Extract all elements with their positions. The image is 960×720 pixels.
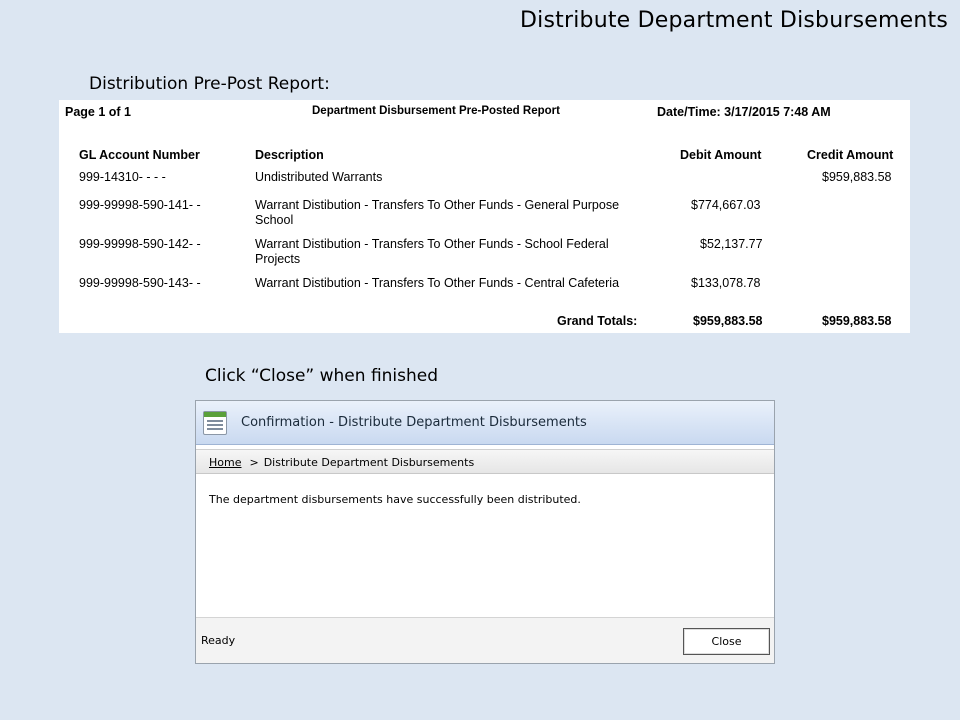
breadcrumb-home-link[interactable]: Home (209, 456, 241, 469)
breadcrumb-separator: > (249, 456, 259, 469)
row-description: Undistributed Warrants (255, 170, 383, 184)
dialog-footer: Ready Close (196, 617, 774, 663)
success-message: The department disbursements have succes… (209, 493, 581, 506)
row-account: 999-14310- - - - (79, 170, 166, 184)
col-header-account: GL Account Number (79, 148, 200, 162)
col-header-credit: Credit Amount (807, 148, 894, 162)
report-title: Department Disbursement Pre-Posted Repor… (312, 105, 560, 117)
row-description: Warrant Distibution - Transfers To Other… (255, 198, 620, 227)
dialog-title: Confirmation - Distribute Department Dis… (241, 415, 587, 430)
col-header-debit: Debit Amount (680, 148, 762, 162)
col-header-description: Description (255, 148, 324, 162)
row-credit: $959,883.58 (822, 170, 892, 184)
row-debit: $52,137.77 (700, 237, 763, 251)
status-text: Ready (201, 634, 236, 647)
report-section-label: Distribution Pre-Post Report: (89, 74, 330, 94)
report-page-number: Page 1 of 1 (65, 105, 131, 119)
pre-post-report: Page 1 of 1 Department Disbursement Pre-… (59, 100, 910, 333)
close-button[interactable]: Close (683, 628, 770, 655)
report-datetime: Date/Time: 3/17/2015 7:48 AM (657, 105, 831, 119)
breadcrumb-current: Distribute Department Disbursements (263, 456, 475, 469)
row-description: Warrant Distibution - Transfers To Other… (255, 276, 620, 290)
slide-title: Distribute Department Disbursements (520, 8, 948, 33)
grand-total-debit: $959,883.58 (693, 314, 763, 328)
grand-total-credit: $959,883.58 (822, 314, 892, 328)
row-debit: $133,078.78 (691, 276, 761, 290)
confirmation-dialog: Confirmation - Distribute Department Dis… (195, 400, 775, 664)
row-debit: $774,667.03 (691, 198, 761, 212)
row-description: Warrant Distibution - Transfers To Other… (255, 237, 609, 266)
document-icon (203, 411, 227, 435)
grand-totals-label: Grand Totals: (557, 314, 638, 328)
breadcrumb: Home > Distribute Department Disbursements (196, 449, 774, 474)
instruction-label: Click “Close” when finished (205, 366, 439, 386)
row-account: 999-99998-590-142- - (79, 237, 201, 251)
row-account: 999-99998-590-143- - (79, 276, 201, 290)
row-account: 999-99998-590-141- - (79, 198, 201, 212)
dialog-titlebar: Confirmation - Distribute Department Dis… (196, 401, 774, 445)
